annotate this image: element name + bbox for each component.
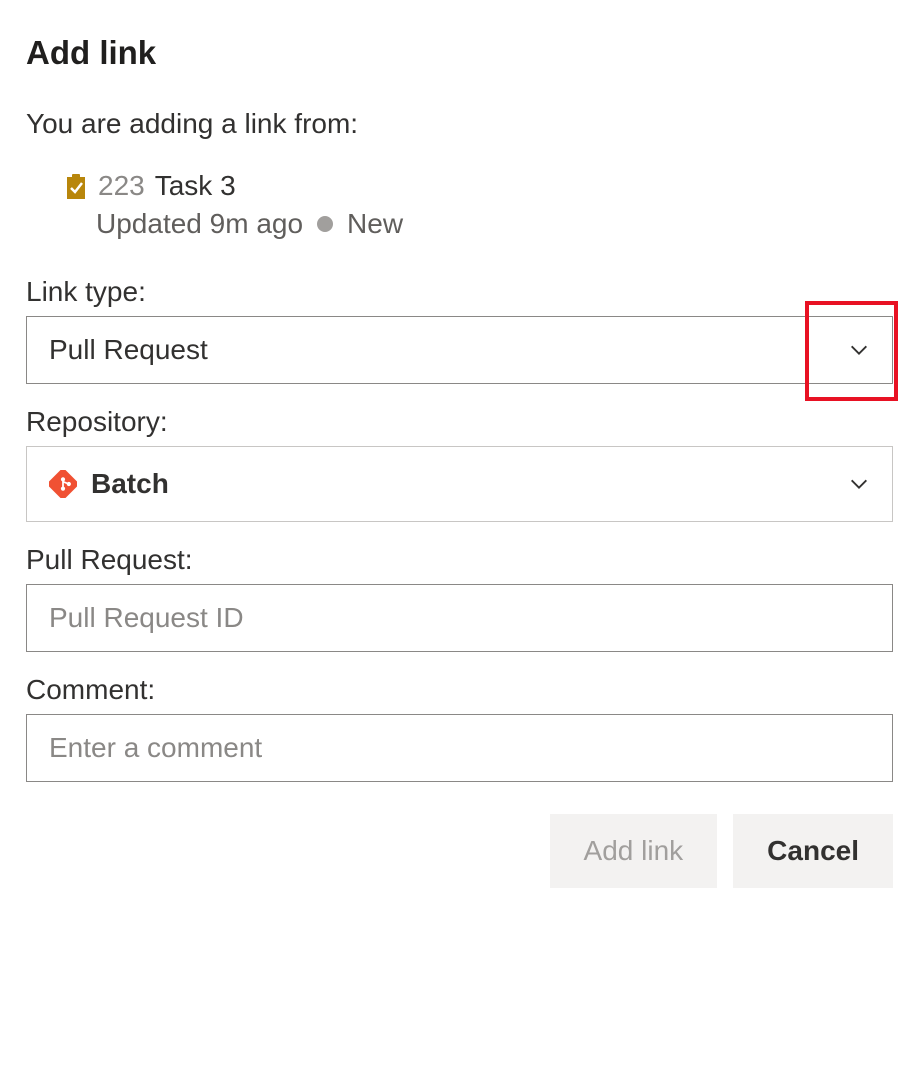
chevron-down-icon [848, 339, 870, 361]
button-row: Add link Cancel [26, 814, 893, 888]
git-repo-icon [49, 470, 77, 498]
chevron-down-icon [848, 473, 870, 495]
workitem-state: New [347, 208, 403, 240]
pull-request-label: Pull Request: [26, 544, 893, 576]
task-icon [64, 173, 88, 199]
repository-value: Batch [91, 468, 169, 500]
link-type-label: Link type: [26, 276, 893, 308]
dialog-subtext: You are adding a link from: [26, 108, 893, 140]
comment-label: Comment: [26, 674, 893, 706]
link-type-value: Pull Request [49, 334, 208, 366]
dialog-title: Add link [26, 34, 893, 72]
pull-request-input[interactable] [26, 584, 893, 652]
repository-label: Repository: [26, 406, 893, 438]
add-link-button[interactable]: Add link [550, 814, 718, 888]
comment-input[interactable] [26, 714, 893, 782]
workitem-updated: Updated 9m ago [96, 208, 303, 240]
repository-select[interactable]: Batch [26, 446, 893, 522]
cancel-button[interactable]: Cancel [733, 814, 893, 888]
workitem-row: 223 Task 3 [26, 170, 893, 202]
workitem-title: Task 3 [155, 170, 236, 202]
status-dot-icon [317, 216, 333, 232]
link-type-select[interactable]: Pull Request [26, 316, 893, 384]
workitem-id: 223 [98, 170, 145, 202]
workitem-meta: Updated 9m ago New [26, 208, 893, 240]
